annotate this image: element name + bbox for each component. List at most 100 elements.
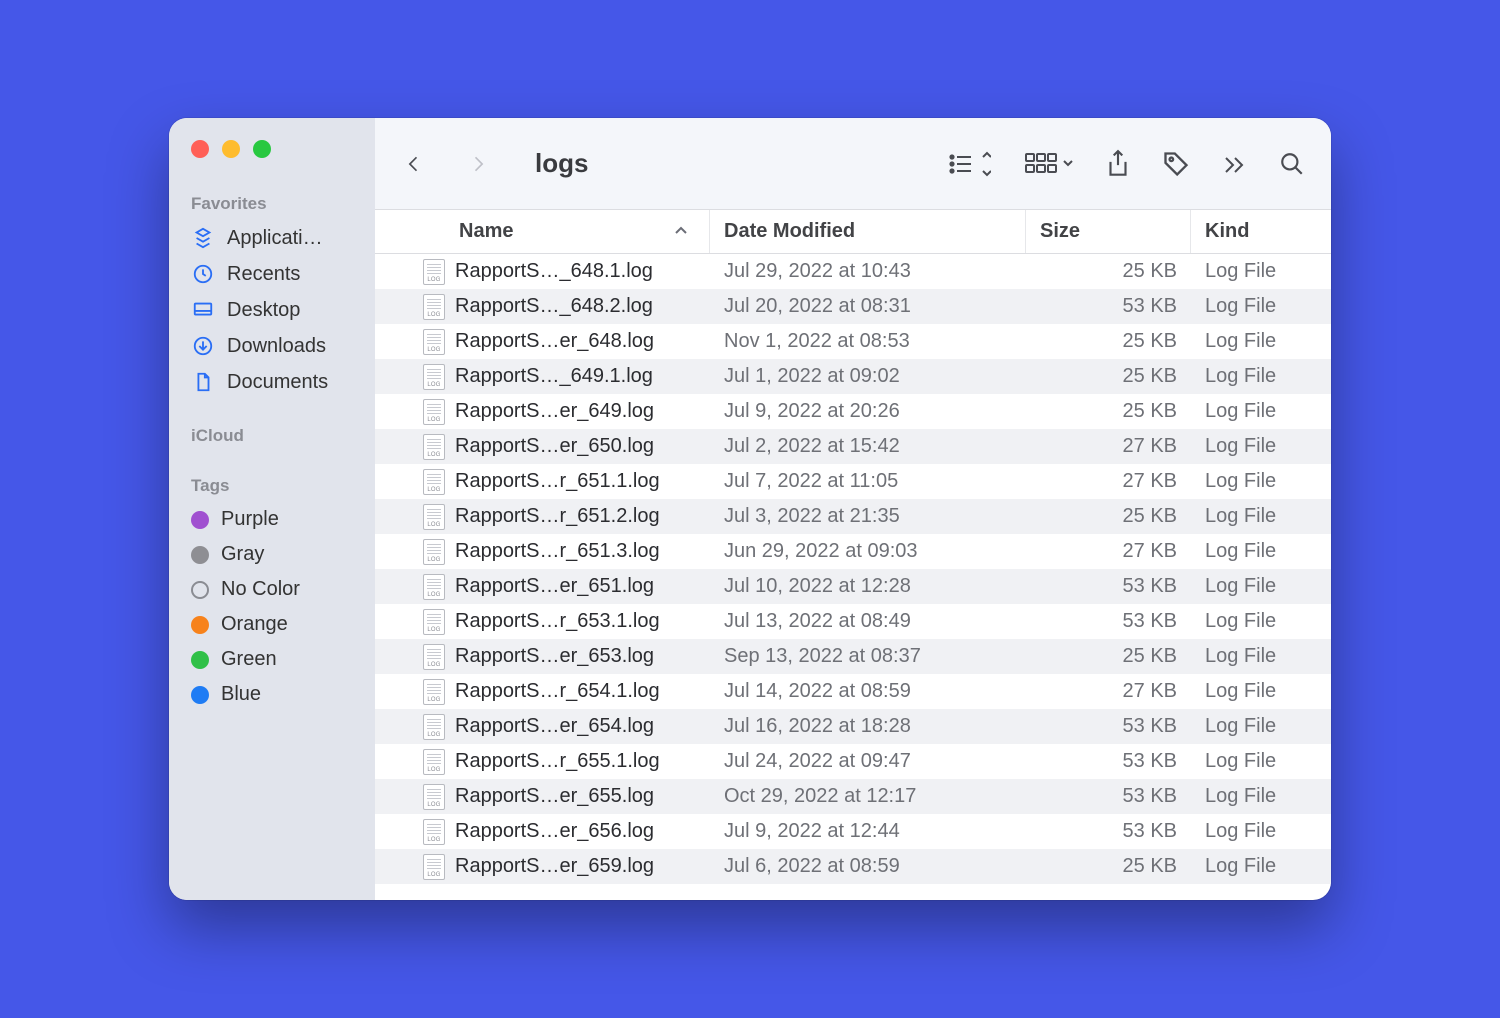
file-size: 25 KB xyxy=(1026,394,1191,429)
log-file-icon xyxy=(423,679,445,705)
size-column-header[interactable]: Size xyxy=(1026,210,1191,253)
log-file-icon xyxy=(423,434,445,460)
forward-button[interactable] xyxy=(461,147,495,181)
table-row[interactable]: RapportS…r_654.1.log Jul 14, 2022 at 08:5… xyxy=(375,674,1331,709)
file-name: RapportS…r_651.2.log xyxy=(455,505,660,528)
sidebar-item-label: Applicati… xyxy=(227,227,323,250)
log-file-icon xyxy=(423,609,445,635)
file-size: 53 KB xyxy=(1026,604,1191,639)
search-button[interactable] xyxy=(1275,147,1309,181)
content-area: logs xyxy=(375,118,1331,900)
table-row[interactable]: RapportS…er_656.logJul 9, 2022 at 12:445… xyxy=(375,814,1331,849)
back-button[interactable] xyxy=(397,147,431,181)
chevron-up-icon xyxy=(673,220,689,243)
sidebar-tag-no-color[interactable]: No Color xyxy=(169,572,375,607)
log-file-icon xyxy=(423,259,445,285)
sidebar-item-label: Green xyxy=(221,648,277,671)
sidebar-item-label: Recents xyxy=(227,263,300,286)
file-name: RapportS…r_654.1.log xyxy=(455,680,660,703)
file-date: Jul 29, 2022 at 10:43 xyxy=(710,254,1026,289)
file-size: 25 KB xyxy=(1026,324,1191,359)
sidebar-item-documents[interactable]: Documents xyxy=(169,364,375,400)
table-row[interactable]: RapportS…r_651.2.logJul 3, 2022 at 21:35… xyxy=(375,499,1331,534)
file-name: RapportS…_648.1.log xyxy=(455,260,653,283)
close-button[interactable] xyxy=(191,140,209,158)
favorites-header: Favorites xyxy=(169,184,375,220)
sidebar-item-recents[interactable]: Recents xyxy=(169,256,375,292)
minimize-button[interactable] xyxy=(222,140,240,158)
sidebar-item-downloads[interactable]: Downloads xyxy=(169,328,375,364)
file-size: 27 KB xyxy=(1026,429,1191,464)
file-kind: Log File xyxy=(1191,254,1331,289)
kind-column-header[interactable]: Kind xyxy=(1191,210,1331,253)
log-file-icon xyxy=(423,329,445,355)
name-column-header[interactable]: Name xyxy=(375,210,710,253)
sidebar-tag-gray[interactable]: Gray xyxy=(169,537,375,572)
table-row[interactable]: RapportS…r_651.1.logJul 7, 2022 at 11:05… xyxy=(375,464,1331,499)
log-file-icon xyxy=(423,854,445,880)
date-column-header[interactable]: Date Modified xyxy=(710,210,1026,253)
file-kind: Log File xyxy=(1191,324,1331,359)
download-icon xyxy=(191,334,215,358)
file-date: Jul 9, 2022 at 12:44 xyxy=(710,814,1026,849)
log-file-icon xyxy=(423,819,445,845)
table-row[interactable]: RapportS…r_653.1.logJul 13, 2022 at 08:4… xyxy=(375,604,1331,639)
table-row[interactable]: RapportS…er_650.log Jul 2, 2022 at 15:422… xyxy=(375,429,1331,464)
file-name: RapportS…r_651.1.log xyxy=(455,470,660,493)
file-name: RapportS…er_650.log xyxy=(455,435,654,458)
file-name: RapportS…_649.1.log xyxy=(455,365,653,388)
sidebar-item-label: Downloads xyxy=(227,335,326,358)
tag-dot-icon xyxy=(191,581,209,599)
table-row[interactable]: RapportS…er_659.logJul 6, 2022 at 08:592… xyxy=(375,849,1331,884)
view-mode-button[interactable] xyxy=(941,147,997,181)
sidebar-tag-green[interactable]: Green xyxy=(169,642,375,677)
table-row[interactable]: RapportS…er_649.logJul 9, 2022 at 20:262… xyxy=(375,394,1331,429)
folder-title: logs xyxy=(535,148,588,179)
table-row[interactable]: RapportS…_648.2.logJul 20, 2022 at 08:31… xyxy=(375,289,1331,324)
table-row[interactable]: RapportS…r_651.3.logJun 29, 2022 at 09:0… xyxy=(375,534,1331,569)
file-size: 25 KB xyxy=(1026,359,1191,394)
table-row[interactable]: RapportS…_649.1.log Jul 1, 2022 at 09:022… xyxy=(375,359,1331,394)
sidebar-item-applications[interactable]: Applicati… xyxy=(169,220,375,256)
file-date: Jul 2, 2022 at 15:42 xyxy=(710,429,1026,464)
file-date: Jul 13, 2022 at 08:49 xyxy=(710,604,1026,639)
table-row[interactable]: RapportS…er_648.logNov 1, 2022 at 08:532… xyxy=(375,324,1331,359)
table-row[interactable]: RapportS…er_655.logOct 29, 2022 at 12:17… xyxy=(375,779,1331,814)
group-button[interactable] xyxy=(1021,147,1077,181)
file-date: Jul 1, 2022 at 09:02 xyxy=(710,359,1026,394)
sidebar-tag-orange[interactable]: Orange xyxy=(169,607,375,642)
log-file-icon xyxy=(423,539,445,565)
file-kind: Log File xyxy=(1191,499,1331,534)
file-kind: Log File xyxy=(1191,569,1331,604)
fullscreen-button[interactable] xyxy=(253,140,271,158)
file-kind: Log File xyxy=(1191,429,1331,464)
table-row[interactable]: RapportS…r_655.1.logJul 24, 2022 at 09:4… xyxy=(375,744,1331,779)
file-name: RapportS…er_659.log xyxy=(455,855,654,878)
sidebar-item-desktop[interactable]: Desktop xyxy=(169,292,375,328)
file-kind: Log File xyxy=(1191,289,1331,324)
table-row[interactable]: RapportS…_648.1.log Jul 29, 2022 at 10:43… xyxy=(375,254,1331,289)
log-file-icon xyxy=(423,714,445,740)
sidebar-item-label: Documents xyxy=(227,371,328,394)
file-date: Jul 24, 2022 at 09:47 xyxy=(710,744,1026,779)
table-row[interactable]: RapportS…er_654.log Jul 16, 2022 at 18:28… xyxy=(375,709,1331,744)
file-kind: Log File xyxy=(1191,674,1331,709)
clock-icon xyxy=(191,262,215,286)
file-name: RapportS…er_655.log xyxy=(455,785,654,808)
file-date: Jul 16, 2022 at 18:28 xyxy=(710,709,1026,744)
file-size: 27 KB xyxy=(1026,464,1191,499)
file-size: 27 KB xyxy=(1026,674,1191,709)
file-date: Jul 14, 2022 at 08:59 xyxy=(710,674,1026,709)
file-size: 53 KB xyxy=(1026,814,1191,849)
sidebar-item-label: Blue xyxy=(221,683,261,706)
table-row[interactable]: RapportS…er_653.logSep 13, 2022 at 08:37… xyxy=(375,639,1331,674)
share-button[interactable] xyxy=(1101,147,1135,181)
sidebar-tag-blue[interactable]: Blue xyxy=(169,677,375,712)
file-name: RapportS…er_653.log xyxy=(455,645,654,668)
file-name: RapportS…er_654.log xyxy=(455,715,654,738)
table-row[interactable]: RapportS…er_651.logJul 10, 2022 at 12:28… xyxy=(375,569,1331,604)
overflow-button[interactable] xyxy=(1217,147,1251,181)
sidebar-tag-purple[interactable]: Purple xyxy=(169,502,375,537)
tags-button[interactable] xyxy=(1159,147,1193,181)
window-controls xyxy=(169,140,375,158)
